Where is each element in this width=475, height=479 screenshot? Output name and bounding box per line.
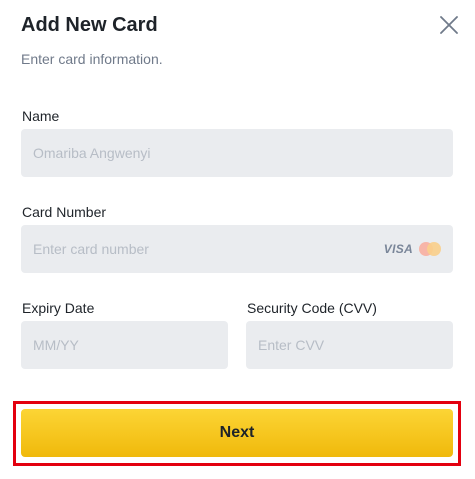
close-icon[interactable] [440, 16, 458, 34]
name-label: Name [22, 108, 60, 124]
visa-logo: VISA [383, 242, 413, 256]
next-button[interactable]: Next [21, 409, 453, 457]
card-brand-logos: VISA [384, 242, 441, 256]
expiry-date-input[interactable] [33, 337, 216, 353]
cvv-field-container[interactable] [246, 321, 453, 369]
mastercard-icon [419, 242, 441, 256]
card-number-input[interactable] [33, 241, 376, 257]
close-button[interactable] [436, 12, 462, 38]
cvv-label: Security Code (CVV) [247, 300, 377, 316]
expiry-date-label: Expiry Date [22, 300, 95, 316]
dialog-title: Add New Card [21, 14, 158, 36]
name-input[interactable] [33, 145, 441, 161]
card-number-label: Card Number [22, 204, 107, 220]
name-field-container[interactable] [21, 129, 453, 177]
expiry-date-field-container[interactable] [21, 321, 228, 369]
card-number-field-container[interactable]: VISA [21, 225, 453, 273]
cvv-input[interactable] [258, 337, 441, 353]
dialog-subtitle: Enter card information. [21, 51, 163, 67]
